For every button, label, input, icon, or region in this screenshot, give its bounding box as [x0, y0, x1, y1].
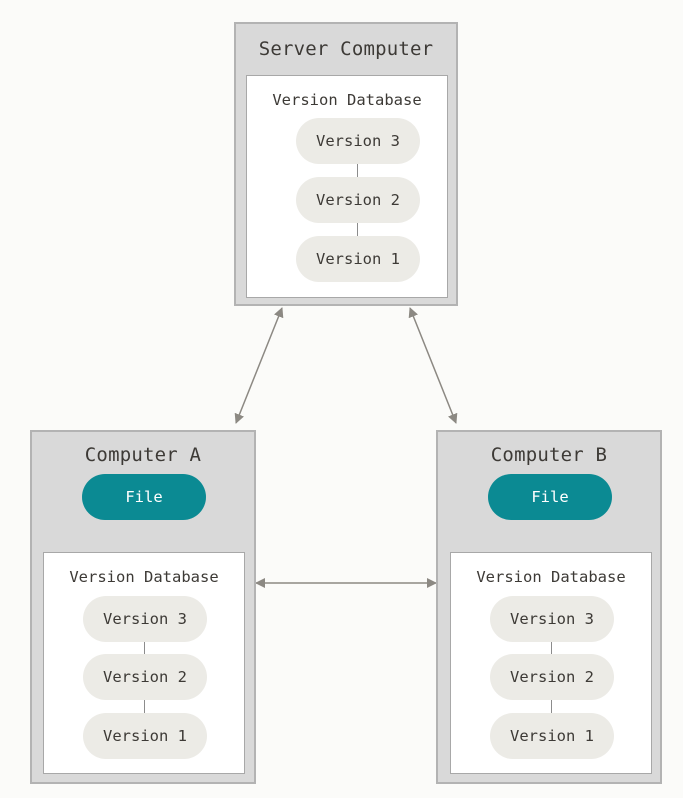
- server-version-database: Version Database Version 3 Version 2 Ver…: [246, 75, 448, 298]
- sync-arrow-server-computer-b: [408, 307, 458, 424]
- computer-a-version-2: Version 2: [83, 654, 207, 700]
- computer-b-version-3: Version 3: [490, 596, 614, 642]
- server-version-1: Version 1: [296, 236, 420, 282]
- version-connector: [551, 700, 552, 713]
- computer-a-version-3: Version 3: [83, 596, 207, 642]
- version-connector: [551, 641, 552, 654]
- server-database-title: Version Database: [272, 91, 422, 109]
- computer-a-version-database: Version Database Version 3 Version 2 Ver…: [43, 552, 245, 774]
- computer-b-database-title: Version Database: [476, 568, 626, 586]
- version-connector: [357, 223, 358, 236]
- computer-a: Computer A File Version Database Version…: [30, 430, 256, 784]
- computer-b-title: Computer B: [490, 444, 608, 466]
- version-connector: [357, 163, 358, 177]
- sync-arrow-server-computer-a: [234, 307, 284, 424]
- computer-b-version-2: Version 2: [490, 654, 614, 700]
- computer-a-version-1: Version 1: [83, 713, 207, 759]
- computer-b-version-1: Version 1: [490, 713, 614, 759]
- server-version-2: Version 2: [296, 177, 420, 223]
- computer-a-file: File: [82, 474, 206, 520]
- version-connector: [144, 700, 145, 713]
- version-connector: [144, 641, 145, 654]
- computer-b-version-database: Version Database Version 3 Version 2 Ver…: [450, 552, 652, 774]
- server-version-3: Version 3: [296, 118, 420, 164]
- computer-b-file: File: [488, 474, 612, 520]
- server-computer: Server Computer Version Database Version…: [234, 22, 458, 306]
- computer-a-database-title: Version Database: [69, 568, 219, 586]
- server-computer-title: Server Computer: [258, 38, 434, 60]
- computer-b: Computer B File Version Database Version…: [436, 430, 662, 784]
- computer-a-title: Computer A: [84, 444, 202, 466]
